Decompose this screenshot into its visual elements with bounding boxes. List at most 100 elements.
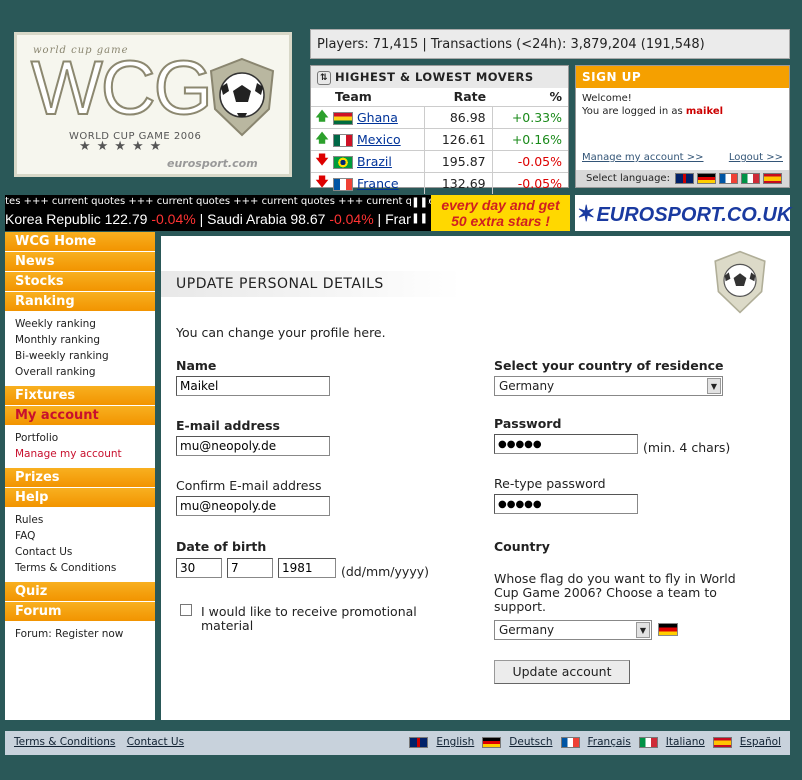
dob-year-input[interactable] <box>278 558 336 578</box>
update-account-button[interactable]: Update account <box>494 660 630 684</box>
portfolio-link[interactable]: Portfolio <box>15 430 145 446</box>
dob-label: Date of birth <box>176 539 267 554</box>
pct-value: -0.05% <box>491 171 568 194</box>
manage-my-account-link[interactable]: Manage my account <box>15 446 145 462</box>
movers-header: ⇅ HIGHEST & LOWEST MOVERS <box>311 66 568 88</box>
name-input[interactable] <box>176 376 330 396</box>
col-team: Team <box>335 89 372 105</box>
pause-icon[interactable]: ❚❚ <box>411 213 428 224</box>
ticker-line2: Korea Republic 122.79 -0.04% | Saudi Ara… <box>5 211 431 227</box>
promo-label: I would like to receive promotional mate… <box>201 604 417 633</box>
up-arrow-icon: 🡅 <box>311 127 333 150</box>
german-flag-icon <box>482 736 502 748</box>
team-link[interactable]: France <box>357 176 399 191</box>
overall-ranking-link[interactable]: Overall ranking <box>15 364 145 380</box>
down-arrow-icon: 🡇 <box>311 149 333 172</box>
french-flag-icon[interactable] <box>718 173 738 184</box>
promo-line1: every day and get <box>441 197 560 213</box>
lang-italiano-link[interactable]: Italiano <box>666 736 705 748</box>
welcome-text: Welcome! <box>582 93 632 104</box>
rate-value: 195.87 <box>423 149 493 172</box>
ghana-flag-icon <box>333 111 353 125</box>
dob-format-hint: (dd/mm/yyyy) <box>341 564 429 579</box>
manage-account-link[interactable]: Manage my account >> <box>582 151 704 164</box>
german-flag-icon[interactable] <box>696 173 716 184</box>
retype-password-input[interactable] <box>494 494 638 514</box>
nav-wcg-home[interactable]: WCG Home <box>5 232 155 252</box>
logo-big-text: WCG <box>30 46 214 131</box>
movers-table: Team Rate % 🡅 Ghana 86.98 +0.33% 🡅 Mexic… <box>311 88 568 194</box>
nav-prizes[interactable]: Prizes <box>5 468 155 488</box>
password-input[interactable] <box>494 434 638 454</box>
team-link[interactable]: Brazil <box>357 154 392 169</box>
logo-stars: ★★★★★ <box>79 139 168 154</box>
soccer-ball-icon <box>207 57 277 140</box>
dob-day-input[interactable] <box>176 558 222 578</box>
footer-contact-link[interactable]: Contact Us <box>127 736 184 748</box>
team-select[interactable]: Germany ▼ <box>494 620 652 640</box>
star-icon: ✶ <box>577 201 596 226</box>
team-link[interactable]: Mexico <box>357 132 401 147</box>
confirm-email-label: Confirm E-mail address <box>176 478 322 493</box>
forum-register-link[interactable]: Forum: Register now <box>15 626 145 642</box>
quotes-ticker: otes +++ current quotes +++ current quot… <box>5 195 431 231</box>
username: maikel <box>685 106 724 117</box>
faq-link[interactable]: FAQ <box>15 528 145 544</box>
language-selector: Select language: <box>576 170 789 187</box>
uk-flag-icon <box>409 736 429 748</box>
table-row: 🡅 Mexico 126.61 +0.16% <box>311 127 568 150</box>
country-residence-select[interactable]: Germany ▼ <box>494 376 723 396</box>
uk-flag-icon[interactable] <box>674 173 694 184</box>
email-input[interactable] <box>176 436 330 456</box>
logout-link[interactable]: Logout >> <box>729 151 783 164</box>
soccer-ball-icon <box>712 250 768 317</box>
dob-month-input[interactable] <box>227 558 273 578</box>
rules-link[interactable]: Rules <box>15 512 145 528</box>
footer-terms-link[interactable]: Terms & Conditions <box>14 736 115 748</box>
nav-my-account[interactable]: My account <box>5 406 155 426</box>
confirm-email-input[interactable] <box>176 496 330 516</box>
col-rate: Rate <box>453 89 487 105</box>
country-label: Country <box>494 539 550 554</box>
nav-stocks[interactable]: Stocks <box>5 272 155 292</box>
logo-eurosport: eurosport.com <box>167 157 258 170</box>
password-hint: (min. 4 chars) <box>643 440 731 455</box>
nav-news[interactable]: News <box>5 252 155 272</box>
team-link[interactable]: Ghana <box>357 110 398 125</box>
wcg-logo[interactable]: world cup game WCG WORLD CUP GAME 2006 ★… <box>14 32 292 177</box>
biweekly-ranking-link[interactable]: Bi-weekly ranking <box>15 348 145 364</box>
contact-us-link[interactable]: Contact Us <box>15 544 145 560</box>
nav-help[interactable]: Help <box>5 488 155 508</box>
terms-link[interactable]: Terms & Conditions <box>15 560 145 576</box>
lang-francais-link[interactable]: Français <box>588 736 631 748</box>
promo-checkbox[interactable] <box>180 604 192 616</box>
pause-icon[interactable]: ❚❚ <box>411 197 428 208</box>
weekly-ranking-link[interactable]: Weekly ranking <box>15 316 145 332</box>
pct-value: +0.16% <box>491 127 568 150</box>
promo-banner[interactable]: every day and get 50 extra stars ! <box>431 195 570 231</box>
lang-deutsch-link[interactable]: Deutsch <box>509 736 552 748</box>
col-pct: % <box>549 89 562 105</box>
italian-flag-icon <box>638 736 658 748</box>
lang-english-link[interactable]: English <box>436 736 474 748</box>
sidebar: WCG Home News Stocks Ranking Weekly rank… <box>5 232 155 720</box>
signup-panel: SIGN UP Welcome! You are logged in as ma… <box>575 65 790 188</box>
password-label: Password <box>494 416 562 431</box>
mexico-flag-icon <box>333 133 353 147</box>
footer: Terms & Conditions Contact Us English De… <box>5 731 790 755</box>
nav-quiz[interactable]: Quiz <box>5 582 155 602</box>
monthly-ranking-link[interactable]: Monthly ranking <box>15 332 145 348</box>
nav-fixtures[interactable]: Fixtures <box>5 386 155 406</box>
lang-espanol-link[interactable]: Español <box>740 736 781 748</box>
french-flag-icon <box>560 736 580 748</box>
pct-value: -0.05% <box>491 149 568 172</box>
chevron-down-icon: ▼ <box>636 622 650 638</box>
nav-forum[interactable]: Forum <box>5 602 155 622</box>
italian-flag-icon[interactable] <box>740 173 760 184</box>
eurosport-banner[interactable]: ✶EUROSPORT.CO.UK <box>575 195 791 231</box>
email-label: E-mail address <box>176 418 280 433</box>
nav-ranking[interactable]: Ranking <box>5 292 155 312</box>
spanish-flag-icon[interactable] <box>762 173 782 184</box>
up-arrow-icon: 🡅 <box>311 105 333 128</box>
table-row: 🡇 France 132.69 -0.05% <box>311 171 568 194</box>
